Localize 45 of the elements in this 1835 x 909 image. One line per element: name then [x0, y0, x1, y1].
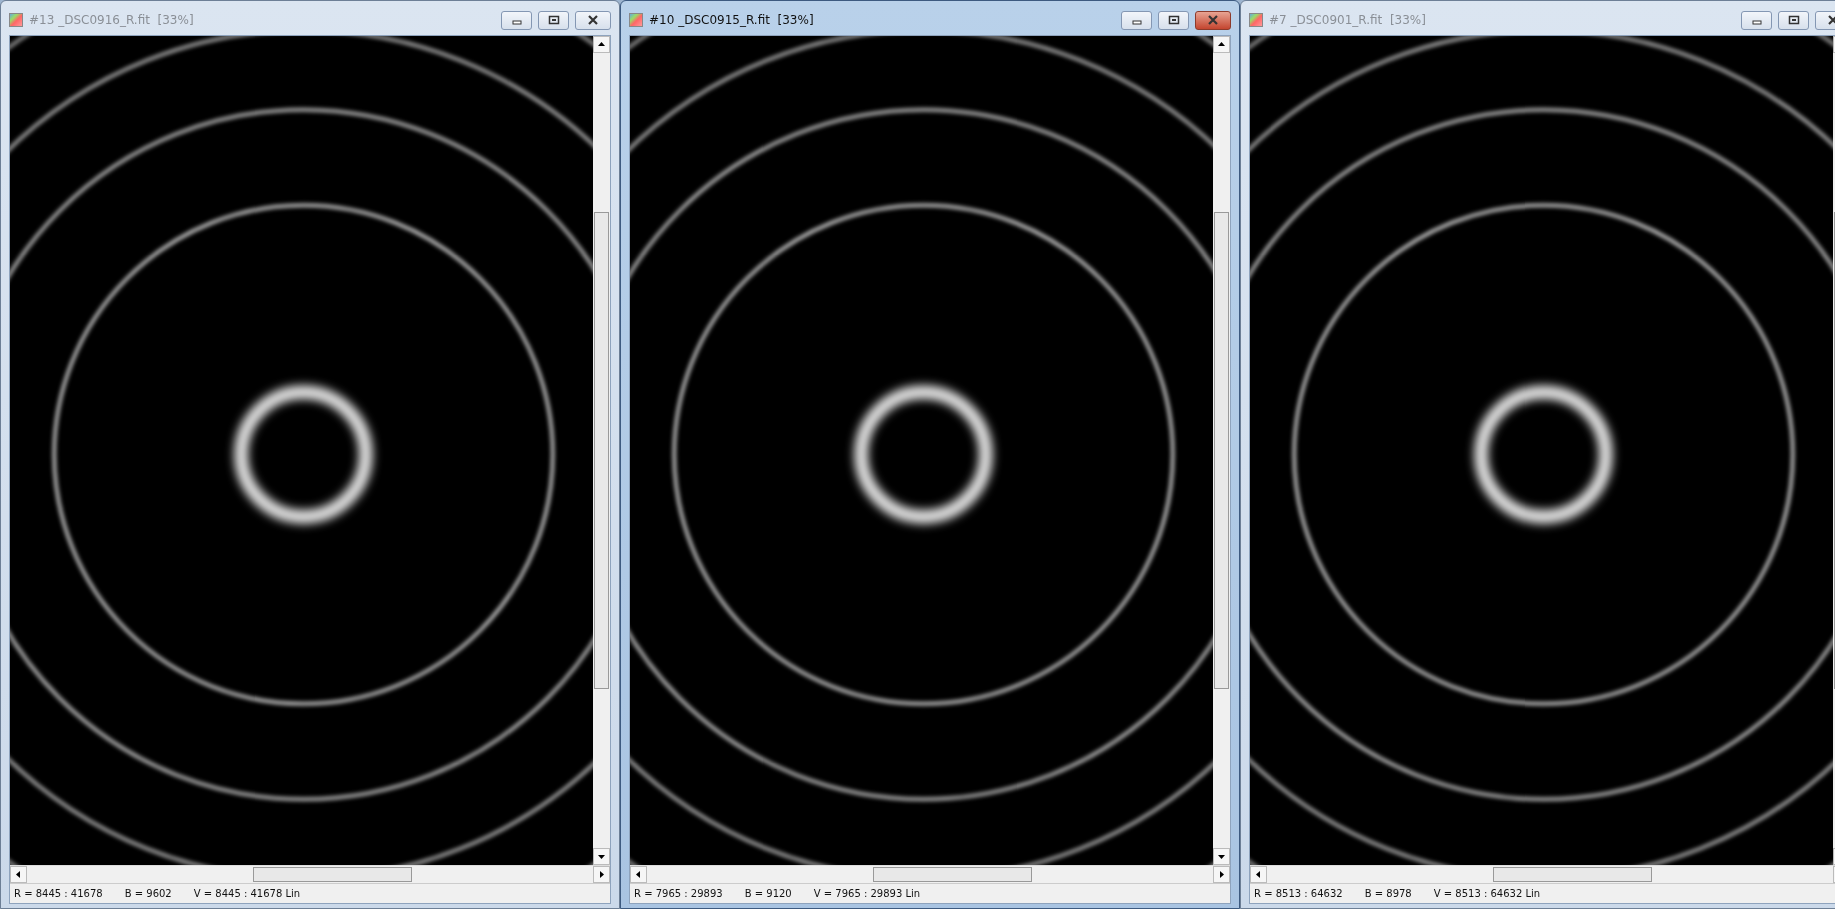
scroll-left-button[interactable] — [1250, 866, 1267, 883]
scroll-left-button[interactable] — [10, 866, 27, 883]
status-reading: V = 7965 : 29893 Lin — [813, 887, 921, 901]
status-reading: R = 8445 : 41678 — [14, 887, 103, 901]
maximize-button[interactable] — [538, 10, 569, 30]
scrollbar-thumb[interactable] — [1493, 867, 1652, 882]
up-arrow-icon — [598, 41, 605, 48]
status-reading: V = 8445 : 41678 Lin — [193, 887, 301, 901]
maximize-button[interactable] — [1778, 10, 1809, 30]
status-reading: B = 9120 — [744, 887, 792, 901]
status-reading: R = 8513 : 64632 — [1254, 887, 1343, 901]
minimize-button[interactable] — [501, 10, 532, 30]
scroll-left-button[interactable] — [630, 866, 647, 883]
maximize-button[interactable] — [1158, 10, 1189, 30]
status-reading: B = 9602 — [124, 887, 172, 901]
window-title: #13 _DSC0916_R.fit [33%] — [29, 12, 195, 29]
minimize-button[interactable] — [1121, 10, 1152, 30]
right-arrow-icon — [1218, 871, 1225, 878]
down-arrow-icon — [598, 853, 605, 860]
app-icon — [9, 13, 23, 27]
scrollbar-thumb[interactable] — [873, 867, 1032, 882]
app-icon — [1249, 13, 1263, 27]
scrollbar-thumb[interactable] — [253, 867, 412, 882]
scrollbar-thumb[interactable] — [594, 212, 609, 689]
minimize-button[interactable] — [1741, 10, 1772, 30]
maximize-icon — [1787, 15, 1800, 25]
close-button[interactable] — [575, 10, 611, 30]
status-reading: B = 8978 — [1364, 887, 1412, 901]
status-reading: V = 8513 : 64632 Lin — [1433, 887, 1541, 901]
up-arrow-icon — [1218, 41, 1225, 48]
maximize-icon — [1167, 15, 1180, 25]
window-title: #10 _DSC0915_R.fit [33%] — [649, 12, 815, 29]
close-icon — [587, 15, 599, 25]
close-button[interactable] — [1195, 10, 1231, 30]
maximize-icon — [547, 15, 560, 25]
left-arrow-icon — [15, 871, 22, 878]
right-arrow-icon — [598, 871, 605, 878]
window-title: #7 _DSC0901_R.fit [33%] — [1269, 12, 1427, 29]
status-reading: R = 7965 : 29893 — [634, 887, 723, 901]
app-icon — [629, 13, 643, 27]
scrollbar-thumb[interactable] — [1214, 212, 1229, 689]
left-arrow-icon — [635, 871, 642, 878]
down-arrow-icon — [1218, 853, 1225, 860]
left-arrow-icon — [1255, 871, 1262, 878]
close-icon — [1207, 15, 1219, 25]
